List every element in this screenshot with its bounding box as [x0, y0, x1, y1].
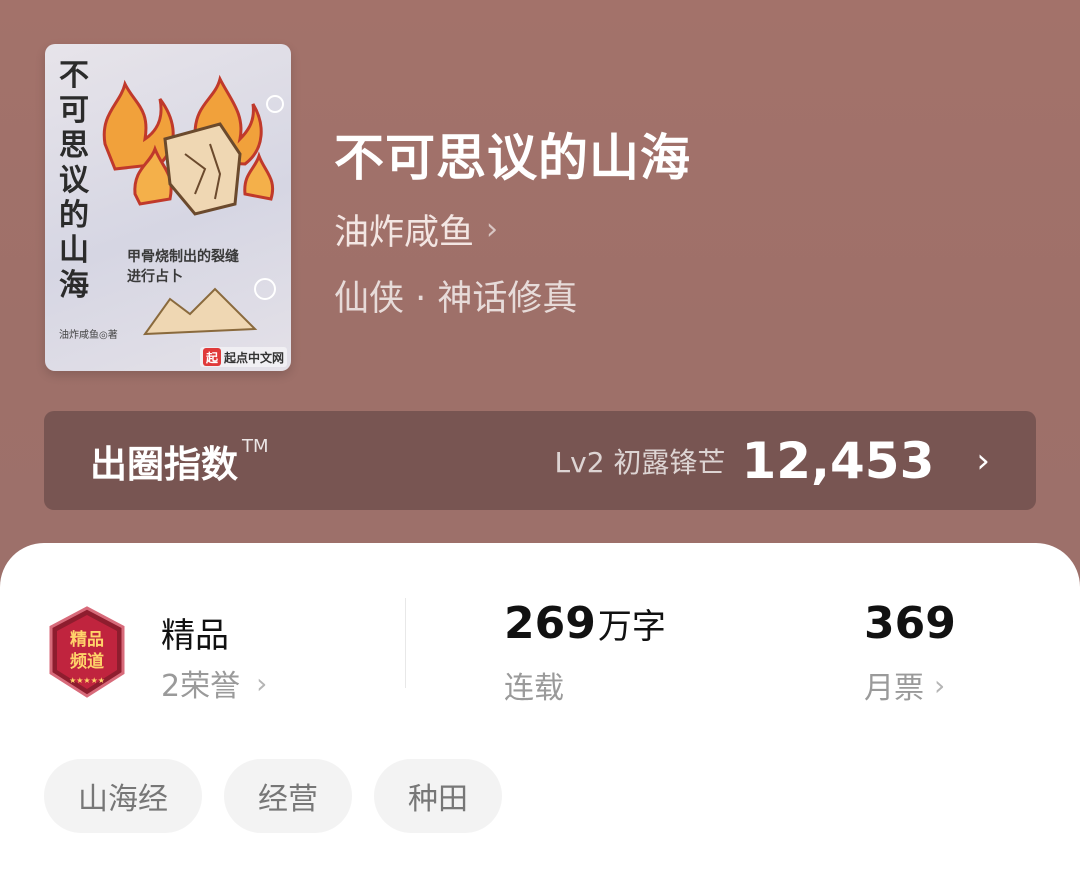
- serial-status: 连载: [504, 671, 564, 706]
- author-link[interactable]: 油炸咸鱼 ›: [334, 204, 498, 255]
- word-count: 269 万字: [504, 598, 666, 649]
- honors-count: 2荣誉: [161, 669, 241, 704]
- book-title: 不可思议的山海: [334, 128, 691, 187]
- tag-chip[interactable]: 山海经: [44, 759, 202, 833]
- tag-chip[interactable]: 经营: [224, 759, 352, 833]
- svg-text:★★★★★: ★★★★★: [69, 676, 105, 685]
- stats-divider: [405, 598, 406, 688]
- qidian-logo-icon: 起: [202, 348, 221, 366]
- index-value: 12,453: [741, 431, 935, 490]
- book-genre: 仙侠 · 神话修真: [334, 279, 578, 319]
- chevron-right-icon: ›: [976, 440, 990, 481]
- breakout-index-bar[interactable]: 出圈指数 TM Lv2 初露锋芒 12,453 ›: [44, 411, 1036, 510]
- cover-author-mark: 油炸咸鱼◎著: [59, 330, 118, 341]
- monthly-votes-link[interactable]: 月票 ›: [864, 663, 945, 707]
- monthly-votes-label: 月票: [864, 671, 924, 706]
- index-level: Lv2 初露锋芒: [554, 445, 726, 479]
- monthly-votes-number: 369: [864, 598, 956, 649]
- publisher-logo: 起 起点中文网: [199, 347, 287, 367]
- tag-chip[interactable]: 种田: [374, 759, 502, 833]
- word-count-number: 269: [504, 598, 596, 649]
- quality-title: 精品: [161, 616, 229, 656]
- svg-text:频道: 频道: [70, 651, 104, 672]
- word-count-unit: 万字: [597, 607, 666, 647]
- honors-link[interactable]: 2荣誉 ›: [161, 661, 267, 705]
- index-label: 出圈指数: [90, 442, 238, 486]
- chevron-right-icon: ›: [934, 668, 946, 702]
- premium-channel-badge-icon: 精品 频道 ★★★★★: [49, 606, 125, 698]
- author-name: 油炸咸鱼: [334, 213, 475, 253]
- book-cover[interactable]: 不可思议的山海 甲骨烧制出的裂缝进行占卜 油炸咸鱼◎著 起 起点中文网: [45, 44, 291, 371]
- tag-list: 山海经 经营 种田: [44, 759, 502, 833]
- cover-tagline: 甲骨烧制出的裂缝进行占卜: [127, 249, 239, 285]
- cover-title: 不可思议的山海: [59, 58, 89, 303]
- chevron-right-icon: ›: [256, 666, 268, 700]
- svg-text:精品: 精品: [70, 629, 104, 650]
- publisher-name: 起点中文网: [223, 350, 284, 365]
- monthly-votes: 369: [864, 598, 956, 649]
- trademark-mark: TM: [242, 435, 269, 457]
- chevron-right-icon: ›: [486, 212, 499, 247]
